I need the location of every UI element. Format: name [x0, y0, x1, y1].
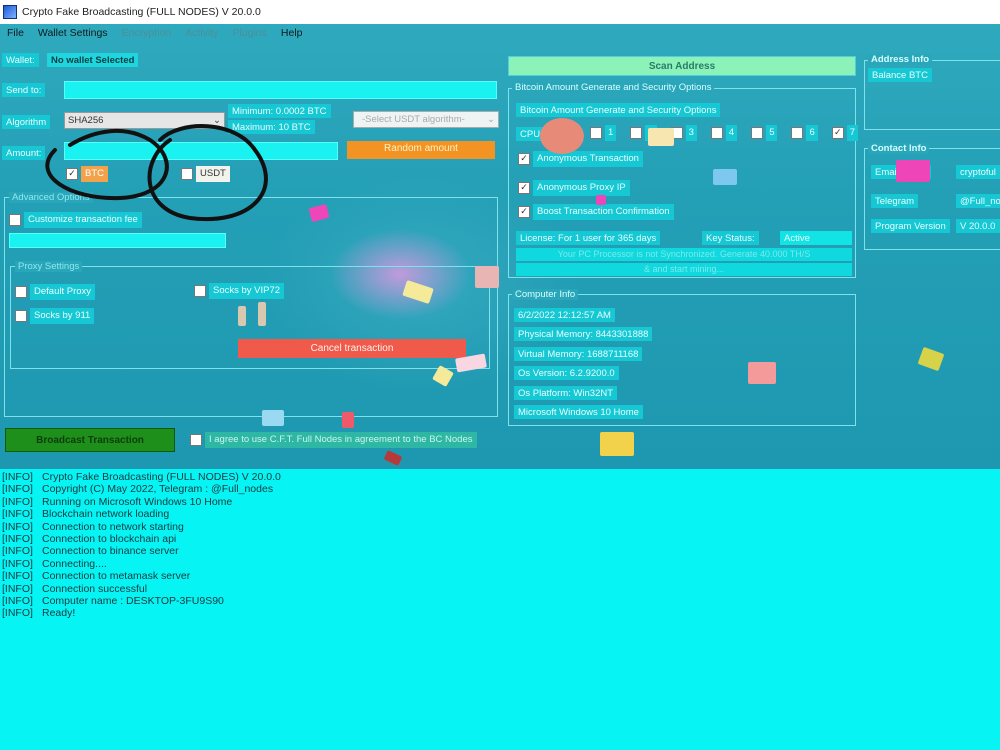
log-tag: [INFO] [2, 607, 33, 620]
log-tag: [INFO] [2, 570, 33, 583]
log-message: Crypto Fake Broadcasting (FULL NODES) V … [42, 471, 281, 483]
log-message: Connection to network starting [42, 520, 184, 533]
console-log: [INFO] Crypto Fake Broadcasting (FULL NOD… [0, 470, 1000, 750]
log-line: [INFO] Computer name : DESKTOP-3FU9S90 [0, 595, 1000, 607]
log-line: [INFO] Crypto Fake Broadcasting (FULL NOD… [0, 471, 1000, 483]
hand-drawn-annotation [45, 124, 268, 222]
log-line: [INFO] Running on Microsoft Windows 10 Ho… [0, 496, 1000, 508]
log-message: Running on Microsoft Windows 10 Home [42, 495, 233, 508]
log-line: [INFO] Connecting.... [0, 558, 1000, 570]
log-tag: [INFO] [2, 533, 33, 546]
log-line: [INFO] Connection to blockchain api [0, 533, 1000, 545]
log-line: [INFO] Connection successful [0, 583, 1000, 595]
log-line: [INFO] Copyright (C) May 2022, Telegram :… [0, 483, 1000, 495]
log-tag: [INFO] [2, 483, 33, 496]
log-line: [INFO] Connection to network starting [0, 521, 1000, 533]
log-tag: [INFO] [2, 495, 33, 508]
log-message: Connecting.... [42, 557, 107, 570]
log-message: Connection to blockchain api [42, 533, 177, 546]
log-line: [INFO] Connection to metamask server [0, 570, 1000, 582]
log-message: Connection successful [42, 582, 148, 595]
log-message: Connection to binance server [42, 545, 179, 558]
log-tag: [INFO] [2, 545, 33, 558]
log-line: [INFO] Ready! [0, 607, 1000, 619]
log-message: Ready! [42, 607, 76, 620]
log-tag: [INFO] [2, 520, 33, 533]
log-line: [INFO] Connection to binance server [0, 545, 1000, 557]
log-tag: [INFO] [2, 595, 33, 608]
log-tag: [INFO] [2, 508, 33, 521]
log-tag: [INFO] [2, 471, 33, 483]
log-message: Computer name : DESKTOP-3FU9S90 [42, 595, 224, 608]
log-message: Copyright (C) May 2022, Telegram : @Full… [42, 483, 274, 496]
log-message: Blockchain network loading [42, 508, 170, 521]
log-message: Connection to metamask server [42, 570, 191, 583]
log-tag: [INFO] [2, 582, 33, 595]
log-tag: [INFO] [2, 557, 33, 570]
log-line: [INFO] Blockchain network loading [0, 508, 1000, 520]
